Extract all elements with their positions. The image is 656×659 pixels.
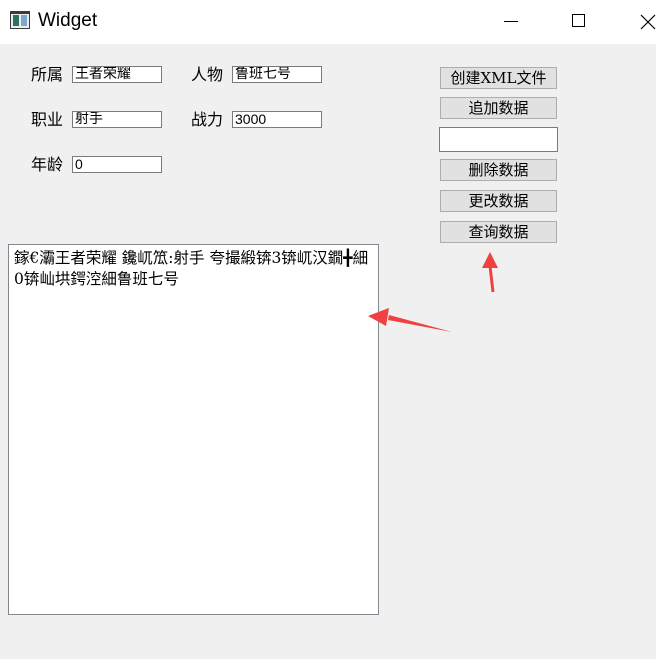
arrow-left-icon — [368, 308, 452, 332]
arrow-up-icon — [482, 252, 498, 293]
annotation-arrows — [368, 252, 498, 332]
